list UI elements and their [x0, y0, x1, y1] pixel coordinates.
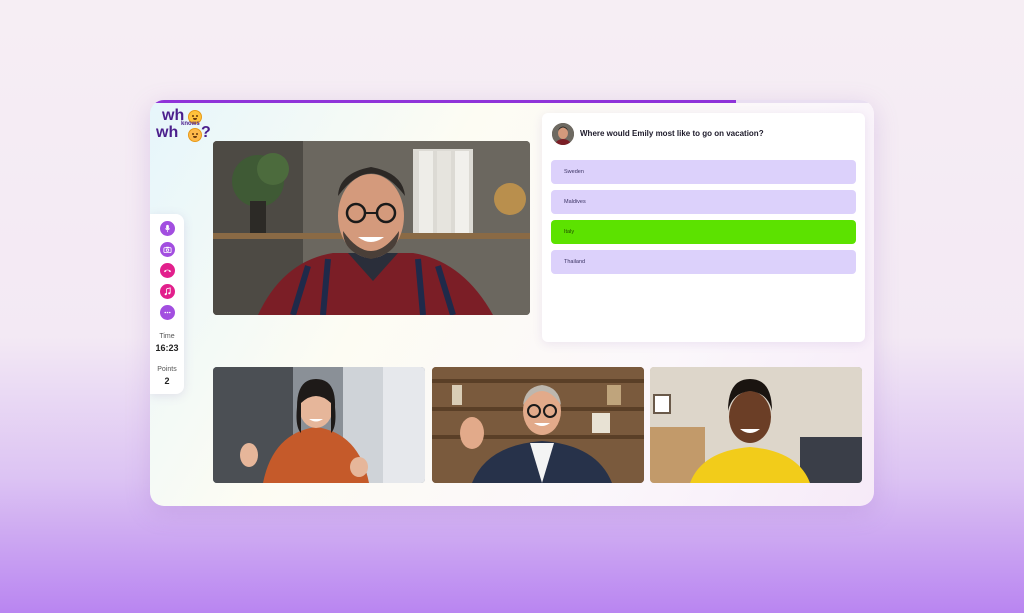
- answer-option-sweden[interactable]: Sweden: [551, 160, 856, 184]
- time-label: Time: [159, 333, 175, 340]
- answer-option-label: Thailand: [564, 259, 586, 265]
- call-controls-sidebar: Time 16:23 Points 2: [150, 214, 184, 394]
- participant-video-image: [432, 367, 644, 483]
- speaker-video-image: [213, 141, 530, 315]
- participant-video-1: [213, 367, 425, 483]
- logo-small-text: knows: [181, 121, 200, 127]
- music-button[interactable]: [160, 284, 175, 299]
- answer-option-label: Sweden: [564, 169, 584, 175]
- participant-video-image: [650, 367, 862, 483]
- logo-emoji-laugh-icon: [188, 128, 202, 142]
- logo-line2: wh: [156, 124, 179, 141]
- answer-option-italy[interactable]: Italy: [551, 220, 856, 244]
- more-button[interactable]: [160, 305, 175, 320]
- quiz-panel: Where would Emily most like to go on vac…: [542, 113, 865, 342]
- microphone-button[interactable]: [160, 221, 175, 236]
- answer-option-maldives[interactable]: Maldives: [551, 190, 856, 214]
- more-dots-icon: [164, 311, 171, 314]
- game-progress-fill: [150, 100, 737, 103]
- microphone-icon: [164, 224, 171, 233]
- points-value: 2: [164, 376, 170, 386]
- music-note-icon: [164, 287, 171, 296]
- video-call-app: wh knows wh ? Time 16:23 Points 2 Where …: [150, 100, 874, 506]
- points-label: Points: [157, 366, 177, 373]
- answer-option-label: Italy: [564, 229, 575, 235]
- logo-question-mark: ?: [201, 124, 211, 141]
- camera-button[interactable]: [160, 242, 175, 257]
- participant-video-3: [650, 367, 862, 483]
- phone-hangup-icon: [163, 269, 172, 273]
- participant-video-image: [213, 367, 425, 483]
- game-progress-bar: [150, 100, 874, 103]
- end-call-button[interactable]: [160, 263, 175, 278]
- participant-video-2: [432, 367, 644, 483]
- main-speaker-video: [213, 141, 530, 315]
- who-knows-who-logo: wh knows wh ?: [156, 108, 212, 144]
- quiz-question: Where would Emily most like to go on vac…: [580, 129, 764, 138]
- host-avatar-image: [552, 123, 574, 145]
- answer-option-label: Maldives: [564, 199, 586, 205]
- time-value: 16:23: [155, 343, 179, 353]
- host-avatar: [552, 123, 574, 145]
- camera-icon: [163, 246, 172, 254]
- answer-option-thailand[interactable]: Thailand: [551, 250, 856, 274]
